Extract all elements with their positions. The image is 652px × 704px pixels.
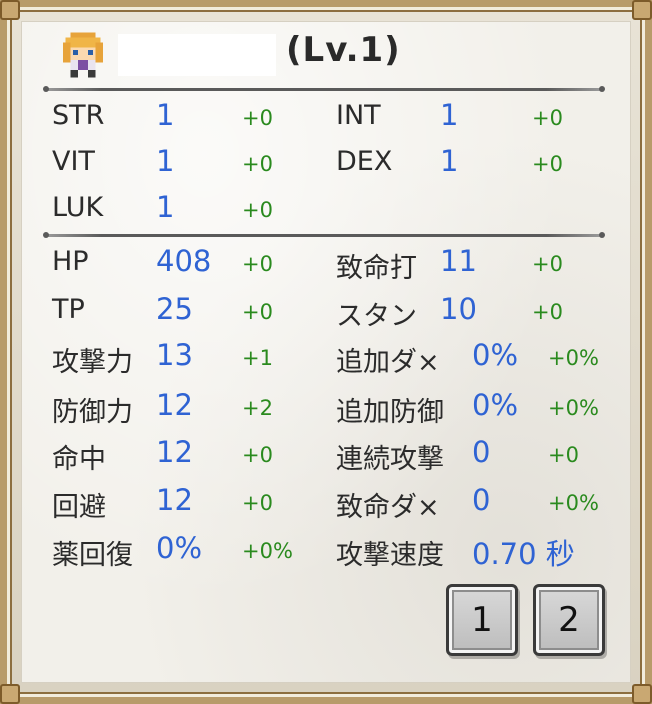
stat-bonus: +0 bbox=[242, 443, 273, 467]
stat-label: TP bbox=[52, 294, 85, 325]
stat-bonus: +0 bbox=[242, 106, 273, 130]
stat-bonus: +0 bbox=[532, 252, 563, 276]
stat-value: 12 bbox=[156, 483, 193, 517]
character-level: (Lv.1) bbox=[286, 30, 401, 70]
stat-value: 0 bbox=[472, 483, 491, 517]
stat-bonus: +1 bbox=[242, 346, 273, 370]
stat-label: 致命ダ× bbox=[336, 492, 440, 523]
stat-label: 防御力 bbox=[52, 397, 133, 428]
stat-label: 攻撃速度 bbox=[336, 540, 444, 571]
stat-value: 25 bbox=[156, 292, 193, 326]
stat-bonus: +0 bbox=[242, 491, 273, 515]
stat-label: 追加ダ× bbox=[336, 347, 440, 378]
stat-value: 11 bbox=[440, 244, 477, 278]
stat-value: 12 bbox=[156, 435, 193, 469]
stat-bonus: +0 bbox=[532, 300, 563, 324]
corner-ornament bbox=[632, 0, 652, 20]
section-divider bbox=[43, 86, 605, 92]
stat-bonus: +0% bbox=[242, 539, 293, 563]
stat-bonus: +2 bbox=[242, 396, 273, 420]
stat-value: 0% bbox=[472, 388, 519, 422]
corner-ornament bbox=[0, 0, 20, 20]
character-avatar-icon bbox=[63, 32, 103, 78]
stat-bonus: +0 bbox=[242, 252, 273, 276]
stat-bonus: +0 bbox=[532, 152, 563, 176]
stat-value: 0% bbox=[156, 531, 203, 565]
stat-value: 1 bbox=[440, 98, 459, 132]
stat-value: 1 bbox=[156, 144, 175, 178]
stat-value: 408 bbox=[156, 244, 212, 278]
stat-bonus: +0 bbox=[548, 443, 579, 467]
stat-label: STR bbox=[52, 100, 105, 131]
stat-value: 12 bbox=[156, 388, 193, 422]
stat-value: 0.70 秒 bbox=[472, 537, 575, 571]
stat-label: 連続攻撃 bbox=[336, 444, 444, 475]
stat-label: HP bbox=[52, 246, 89, 277]
stat-label: 致命打 bbox=[336, 253, 417, 284]
stat-label: 命中 bbox=[52, 444, 106, 475]
stat-value: 0 bbox=[472, 435, 491, 469]
stat-bonus: +0% bbox=[548, 491, 599, 515]
stat-bonus: +0 bbox=[532, 106, 563, 130]
corner-ornament bbox=[0, 684, 20, 704]
corner-ornament bbox=[632, 684, 652, 704]
stat-value: 1 bbox=[156, 190, 175, 224]
stat-label: 攻撃力 bbox=[52, 347, 133, 378]
stat-bonus: +0 bbox=[242, 198, 273, 222]
stat-value: 1 bbox=[440, 144, 459, 178]
stat-bonus: +0% bbox=[548, 346, 599, 370]
stat-bonus: +0 bbox=[242, 152, 273, 176]
stat-value: 13 bbox=[156, 338, 193, 372]
section-divider bbox=[43, 232, 605, 238]
stat-bonus: +0% bbox=[548, 396, 599, 420]
stat-label: 回避 bbox=[52, 492, 106, 523]
character-name-box bbox=[118, 34, 276, 76]
stat-value: 0% bbox=[472, 338, 519, 372]
page-1-button[interactable]: 1 bbox=[446, 584, 518, 656]
stat-label: DEX bbox=[336, 146, 393, 177]
stat-value: 1 bbox=[156, 98, 175, 132]
stat-label: INT bbox=[336, 100, 381, 131]
stat-label: 薬回復 bbox=[52, 540, 133, 571]
stat-label: VIT bbox=[52, 146, 95, 177]
stat-bonus: +0 bbox=[242, 300, 273, 324]
stat-value: 10 bbox=[440, 292, 477, 326]
stat-label: 追加防御 bbox=[336, 397, 444, 428]
page-2-button[interactable]: 2 bbox=[533, 584, 605, 656]
stat-label: LUK bbox=[52, 192, 104, 223]
stat-label: スタン bbox=[336, 301, 417, 332]
